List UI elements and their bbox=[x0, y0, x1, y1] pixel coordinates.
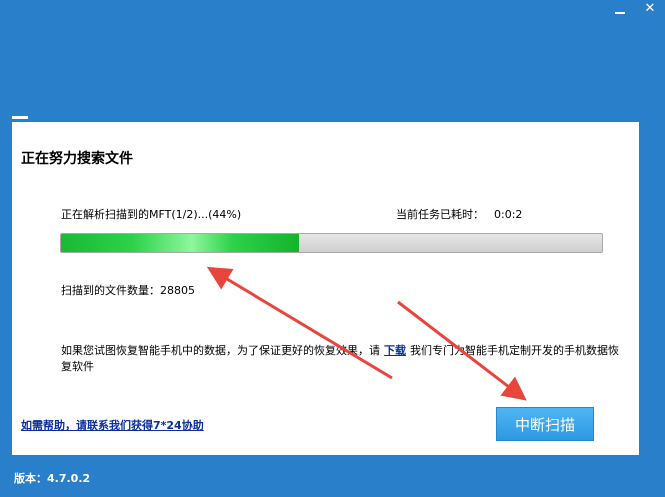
minimize-button[interactable] bbox=[615, 2, 629, 16]
file-count-label: 扫描到的文件数量： bbox=[61, 284, 160, 297]
help-link[interactable]: 如需帮助，请联系我们获得7*24协助 bbox=[21, 417, 204, 433]
elapsed-label: 当前任务已耗时： bbox=[396, 208, 484, 221]
window-controls: ✕ bbox=[615, 2, 657, 16]
version-label: 版本：4.7.0.2 bbox=[14, 472, 91, 485]
scan-panel: 正在努力搜索文件 正在解析扫描到的MFT(1/2)...(44%) 当前任务已耗… bbox=[12, 122, 639, 455]
scan-progress-bar bbox=[60, 233, 603, 253]
elapsed-time: 当前任务已耗时： 0:0:2 bbox=[396, 206, 522, 222]
stop-scan-button[interactable]: 中断扫描 bbox=[496, 407, 594, 441]
scan-status-text: 正在解析扫描到的MFT(1/2)...(44%) bbox=[61, 208, 242, 221]
panel-top-strip bbox=[12, 116, 28, 119]
file-count-value: 28805 bbox=[160, 284, 195, 297]
page-title: 正在努力搜索文件 bbox=[21, 151, 133, 167]
close-icon: ✕ bbox=[644, 1, 656, 16]
download-link[interactable]: 下载 bbox=[384, 344, 406, 357]
phone-recovery-notice: 如果您试图恢复智能手机中的数据，为了保证更好的恢复效果，请 下载 我们专门为智能手机… bbox=[61, 343, 621, 375]
close-button[interactable]: ✕ bbox=[643, 2, 657, 16]
minimize-icon bbox=[615, 12, 625, 14]
elapsed-value: 0:0:2 bbox=[494, 208, 523, 221]
scan-progress-fill bbox=[61, 234, 300, 252]
file-count: 扫描到的文件数量：28805 bbox=[61, 282, 195, 298]
notice-text-before: 如果您试图恢复智能手机中的数据，为了保证更好的恢复效果，请 bbox=[61, 344, 380, 357]
